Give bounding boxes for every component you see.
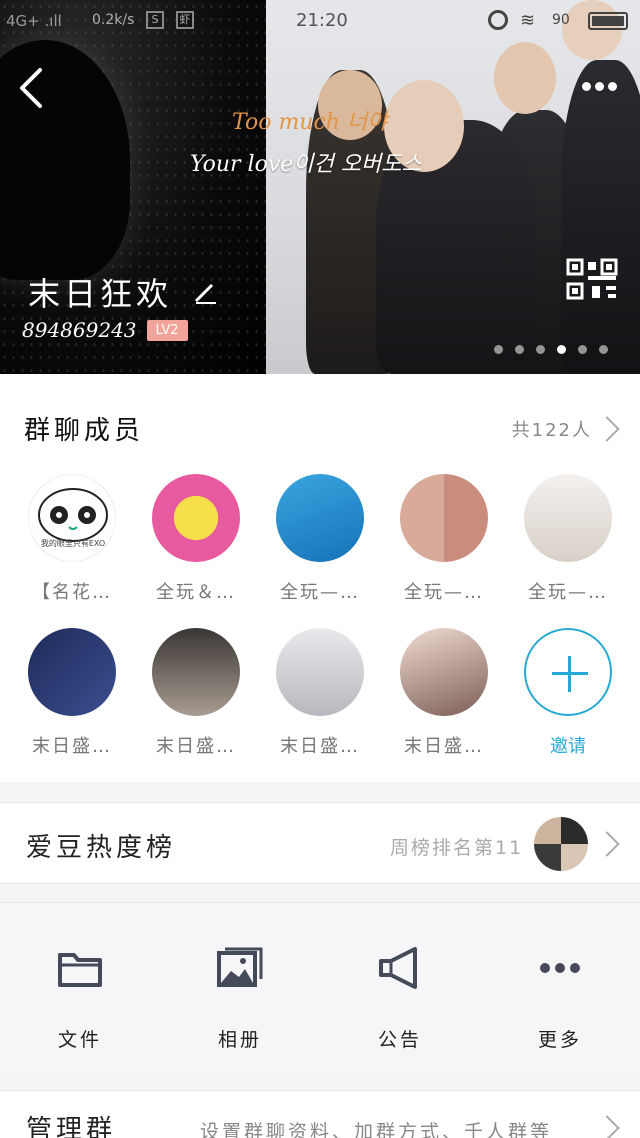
album-icon	[217, 947, 263, 987]
notification-s-icon: S	[146, 11, 164, 29]
alarm-icon	[488, 10, 508, 30]
carousel-dot	[494, 345, 503, 354]
members-section: 群聊成员 共122人 我的眼里只有EXO 【名花… 全玩＆… 全玩—… 全玩—……	[0, 374, 640, 782]
wifi-icon: ≋	[520, 10, 536, 31]
member-avatar	[276, 628, 364, 716]
member-avatar	[400, 628, 488, 716]
invite-button[interactable]: 邀请	[508, 628, 628, 758]
qr-code-icon[interactable]	[566, 258, 618, 300]
member-avatar	[400, 474, 488, 562]
more-dots-icon	[540, 963, 580, 973]
member-avatar	[152, 628, 240, 716]
carousel-dot-active	[557, 345, 566, 354]
member-avatar: 我的眼里只有EXO	[28, 474, 116, 562]
member-item[interactable]: 全玩＆…	[136, 474, 256, 604]
member-item[interactable]: 全玩—…	[384, 474, 504, 604]
signal-indicator: 4G+ .ıll	[6, 12, 62, 30]
lyric-line-2: Your love이건 오버도스	[190, 152, 422, 177]
member-avatar	[524, 474, 612, 562]
member-item[interactable]: 全玩—…	[508, 474, 628, 604]
chevron-right-icon	[594, 831, 620, 857]
invite-label: 邀请	[550, 736, 586, 757]
level-badge: LV2	[146, 319, 188, 341]
idol-rank-subtitle: 周榜排名第11	[390, 837, 524, 859]
tool-label: 更多	[537, 1029, 582, 1051]
group-name: 末日狂欢	[28, 275, 173, 313]
tool-label: 公告	[377, 1029, 422, 1051]
notification-app-icon: 虾	[176, 11, 194, 29]
member-name: 末日盛…	[404, 736, 484, 757]
member-name: 末日盛…	[156, 736, 236, 757]
clock: 21:20	[296, 10, 348, 31]
tool-album[interactable]: 相册	[180, 943, 300, 1052]
carousel-dot	[536, 345, 545, 354]
members-header[interactable]: 群聊成员 共122人	[0, 402, 640, 452]
avatar-caption: 我的眼里只有EXO	[40, 539, 106, 548]
status-bar: 4G+ .ıll 0.2k/s S 虾 21:20 ≋ 90	[0, 0, 640, 40]
member-item[interactable]: 全玩—…	[260, 474, 380, 604]
chevron-right-icon	[594, 416, 620, 442]
carousel-dot	[515, 345, 524, 354]
member-item[interactable]: 末日盛…	[384, 628, 504, 758]
member-item[interactable]: 末日盛…	[12, 628, 132, 758]
banner-group-photo[interactable]	[266, 0, 640, 374]
idol-rank-row[interactable]: 爱豆热度榜 周榜排名第11	[0, 802, 640, 884]
tool-label: 相册	[217, 1029, 262, 1051]
idol-rank-avatar	[534, 817, 588, 871]
member-name: 末日盛…	[280, 736, 360, 757]
manage-group-subtitle: 设置群聊资料、加群方式、千人群等	[200, 1121, 553, 1138]
lyric-line-1: Too much 너야	[232, 110, 388, 135]
member-name: 全玩—…	[280, 582, 360, 603]
edit-pencil-icon[interactable]	[192, 279, 218, 305]
plus-icon	[524, 628, 612, 716]
group-tools: 文件 相册 公告 更多	[0, 902, 640, 1072]
members-title: 群聊成员	[24, 416, 145, 446]
member-name: 全玩—…	[404, 582, 484, 603]
member-name: 全玩—…	[528, 582, 608, 603]
member-item[interactable]: 我的眼里只有EXO 【名花…	[12, 474, 132, 604]
member-avatar	[28, 628, 116, 716]
member-avatar	[276, 474, 364, 562]
group-id: 894869243	[22, 318, 137, 342]
tool-label: 文件	[57, 1029, 102, 1051]
group-name-row[interactable]: 末日狂欢	[28, 270, 218, 314]
tool-more[interactable]: 更多	[500, 943, 620, 1052]
battery-percent: 90	[552, 12, 570, 28]
manage-group-row[interactable]: 管理群 设置群聊资料、加群方式、千人群等	[0, 1090, 640, 1138]
member-name: 末日盛…	[32, 736, 112, 757]
carousel-dot	[578, 345, 587, 354]
network-speed: 0.2k/s	[92, 12, 135, 28]
carousel-dot	[599, 345, 608, 354]
members-count: 共122人	[511, 420, 592, 441]
group-header-banner: Too much 너야 Your love이건 오버도스 4G+ .ıll 0.…	[0, 0, 640, 374]
tool-files[interactable]: 文件	[20, 943, 140, 1052]
group-id-row: 894869243 LV2	[22, 318, 188, 342]
more-menu-button[interactable]	[582, 76, 626, 96]
member-item[interactable]: 末日盛…	[136, 628, 256, 758]
tool-announcement[interactable]: 公告	[340, 943, 460, 1052]
back-button[interactable]	[14, 66, 54, 110]
member-name: 【名花…	[32, 582, 112, 603]
chevron-left-icon	[20, 68, 42, 108]
folder-icon	[58, 953, 102, 987]
megaphone-icon	[379, 947, 417, 989]
idol-rank-title: 爱豆热度榜	[26, 833, 177, 863]
carousel-indicator	[494, 345, 608, 354]
member-avatar	[152, 474, 240, 562]
member-name: 全玩＆…	[156, 582, 236, 603]
member-item[interactable]: 末日盛…	[260, 628, 380, 758]
battery-icon	[588, 12, 628, 30]
manage-group-title: 管理群	[26, 1115, 117, 1138]
